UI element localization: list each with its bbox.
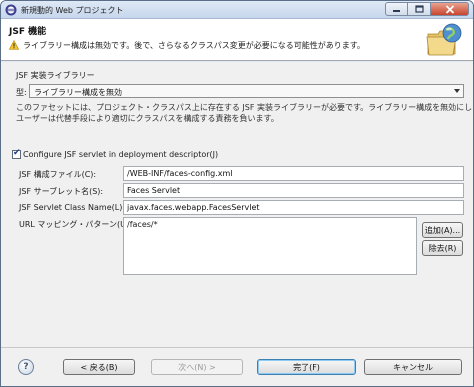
header-message: ライブラリー構成は無効です。後で、さらなるクラスパス変更が必要になる可能性があり…	[23, 41, 365, 50]
finish-button[interactable]: 完了(F)	[257, 359, 356, 375]
chevron-down-icon	[454, 89, 460, 93]
config-file-value: /WEB-INF/faces-config.xml	[127, 169, 233, 178]
url-mapping-label: URL マッピング・パターン(U):	[19, 220, 132, 229]
wizard-footer: ? < 戻る(B) 次へ(N) > 完了(F) キャンセル	[1, 347, 473, 386]
window-title: 新規動的 Web プロジェクト	[21, 6, 124, 15]
next-button[interactable]: 次へ(N) >	[151, 359, 243, 375]
list-item[interactable]: /faces/*	[127, 220, 158, 229]
cancel-button[interactable]: キャンセル	[364, 359, 462, 375]
configure-servlet-label: Configure JSF servlet in deployment desc…	[23, 150, 219, 159]
minimize-icon	[393, 10, 400, 12]
eclipse-icon	[5, 4, 17, 16]
config-file-input[interactable]: /WEB-INF/faces-config.xml	[123, 166, 464, 181]
add-button[interactable]: 追加(A)...	[422, 222, 463, 238]
close-icon	[445, 4, 454, 14]
servlet-name-value: Faces Servlet	[127, 186, 181, 195]
close-button[interactable]	[431, 2, 469, 16]
warning-icon	[9, 40, 19, 50]
configure-servlet-checkbox[interactable]: ✔	[12, 148, 21, 159]
wizard-body: JSF 実装ライブラリー 型: ライブラリー構成を無効 このファセットには、プロ…	[1, 62, 473, 347]
wizard-header: JSF 機能 ライブラリー構成は無効です。後で、さらなるクラスパス変更が必要にな…	[1, 19, 473, 61]
servlet-name-label: JSF サーブレット名(S):	[19, 187, 104, 196]
folder-globe-icon	[426, 23, 462, 56]
maximize-button[interactable]	[408, 2, 431, 16]
url-mapping-list[interactable]: /faces/*	[123, 217, 417, 275]
window-controls	[385, 2, 469, 16]
checkmark-icon: ✔	[13, 148, 21, 158]
library-description-line2: ユーザーは代替手段により適切にクラスパスを構成する責務を負います。	[16, 114, 279, 123]
library-description-line1: このファセットには、プロジェクト・クラスパス上に存在する JSF 実装ライブラリ…	[16, 103, 474, 112]
servlet-name-input[interactable]: Faces Servlet	[123, 183, 464, 198]
page-title: JSF 機能	[9, 27, 47, 37]
servlet-class-label: JSF Servlet Class Name(L):	[19, 203, 126, 212]
library-group-label: JSF 実装ライブラリー	[16, 71, 95, 80]
title-bar: 新規動的 Web プロジェクト	[1, 1, 473, 19]
minimize-button[interactable]	[385, 2, 408, 16]
help-icon[interactable]: ?	[18, 359, 34, 375]
library-type-value: ライブラリー構成を無効	[34, 88, 122, 97]
type-label: 型:	[16, 88, 27, 97]
servlet-class-input[interactable]: javax.faces.webapp.FacesServlet	[123, 200, 464, 215]
config-file-label: JSF 構成ファイル(C):	[19, 170, 97, 179]
back-button[interactable]: < 戻る(B)	[63, 359, 135, 375]
maximize-icon	[414, 5, 424, 13]
library-type-combo[interactable]: ライブラリー構成を無効	[29, 84, 464, 98]
remove-button[interactable]: 除去(R)	[422, 240, 463, 256]
dialog-window: 新規動的 Web プロジェクト JSF 機能 ライブラリー構成は無効です。後で、…	[0, 0, 474, 387]
servlet-class-value: javax.faces.webapp.FacesServlet	[127, 203, 260, 212]
